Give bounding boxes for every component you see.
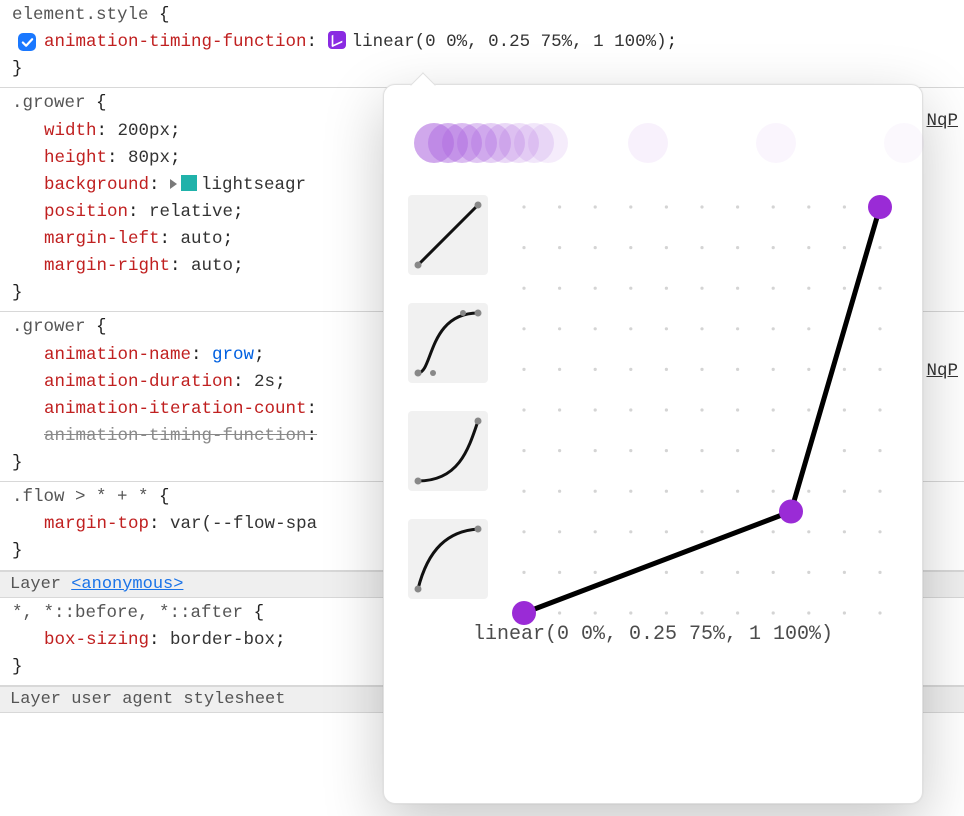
preview-ball xyxy=(628,123,668,163)
curve-point-handle[interactable] xyxy=(512,601,536,625)
curve-point-handle[interactable] xyxy=(868,195,892,219)
layer-link[interactable]: <anonymous> xyxy=(71,575,183,594)
declaration-atf[interactable]: animation-timing-function: linear(0 0%, … xyxy=(12,29,960,56)
preset-ease-in[interactable] xyxy=(408,411,488,491)
preview-ball xyxy=(884,123,924,163)
selector: *, *::before, *::after xyxy=(12,603,243,623)
easing-presets xyxy=(408,191,488,599)
preset-linear[interactable] xyxy=(408,195,488,275)
easing-swatch-icon[interactable] xyxy=(328,31,346,49)
toggle-checkbox[interactable] xyxy=(18,33,36,51)
selector: .grower xyxy=(12,93,86,113)
preset-ease-out[interactable] xyxy=(408,519,488,599)
color-swatch[interactable] xyxy=(181,175,197,191)
property-name: animation-timing-function xyxy=(44,32,307,52)
expand-icon[interactable] xyxy=(170,179,177,189)
selector: .flow > * + * xyxy=(12,487,149,507)
curve-point-handle[interactable] xyxy=(779,500,803,524)
rule-element-style: element.style { animation-timing-functio… xyxy=(0,0,964,88)
preview-ball xyxy=(528,123,568,163)
selector: .grower xyxy=(12,317,86,337)
animation-preview xyxy=(414,113,892,173)
easing-editor-popover: linear(0 0%, 0.25 75%, 1 100%) xyxy=(383,84,923,804)
property-value[interactable]: linear(0 0%, 0.25 75%, 1 100%) xyxy=(352,32,667,52)
preset-ease-in-out[interactable] xyxy=(408,303,488,383)
selector: element.style xyxy=(12,5,149,25)
curve-canvas[interactable] xyxy=(512,195,892,625)
preview-ball xyxy=(756,123,796,163)
curve-editor[interactable] xyxy=(502,191,898,599)
